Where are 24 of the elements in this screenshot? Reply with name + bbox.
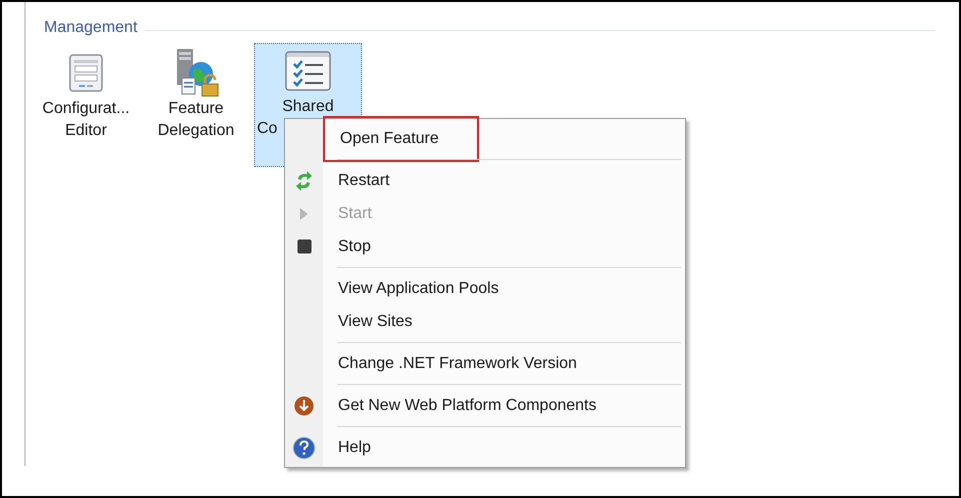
menu-item[interactable]: Stop bbox=[338, 234, 371, 258]
menu-item[interactable]: Change .NET Framework Version bbox=[338, 352, 577, 376]
section-heading: Management bbox=[44, 18, 138, 38]
menu-item[interactable]: Open Feature bbox=[323, 116, 479, 162]
form-window-icon bbox=[69, 54, 103, 92]
refresh-arrows-icon bbox=[295, 170, 313, 192]
feature-label: Feature bbox=[168, 99, 224, 119]
stop-icon bbox=[296, 239, 312, 254]
download-circle-icon bbox=[294, 396, 314, 416]
menu-item[interactable]: View Application Pools bbox=[338, 276, 499, 300]
menu-item[interactable]: Restart bbox=[338, 168, 390, 192]
menu-item[interactable]: Help bbox=[338, 436, 371, 460]
menu-item[interactable]: View Sites bbox=[338, 310, 412, 334]
play-icon bbox=[299, 206, 309, 220]
help-icon bbox=[293, 436, 315, 458]
menu-item[interactable]: Get New Web Platform Components bbox=[338, 394, 596, 418]
feature-label: Shared bbox=[282, 97, 334, 117]
feature-label: Configurat... bbox=[42, 99, 130, 119]
feature-label: Delegation bbox=[158, 121, 234, 141]
feature-tile[interactable]: Feature Delegation bbox=[144, 43, 248, 167]
feature-label: Co bbox=[256, 119, 278, 139]
feature-label: Editor bbox=[65, 121, 107, 141]
checklist-icon bbox=[285, 51, 331, 91]
feature-tile[interactable]: Configurat... Editor bbox=[34, 43, 138, 167]
